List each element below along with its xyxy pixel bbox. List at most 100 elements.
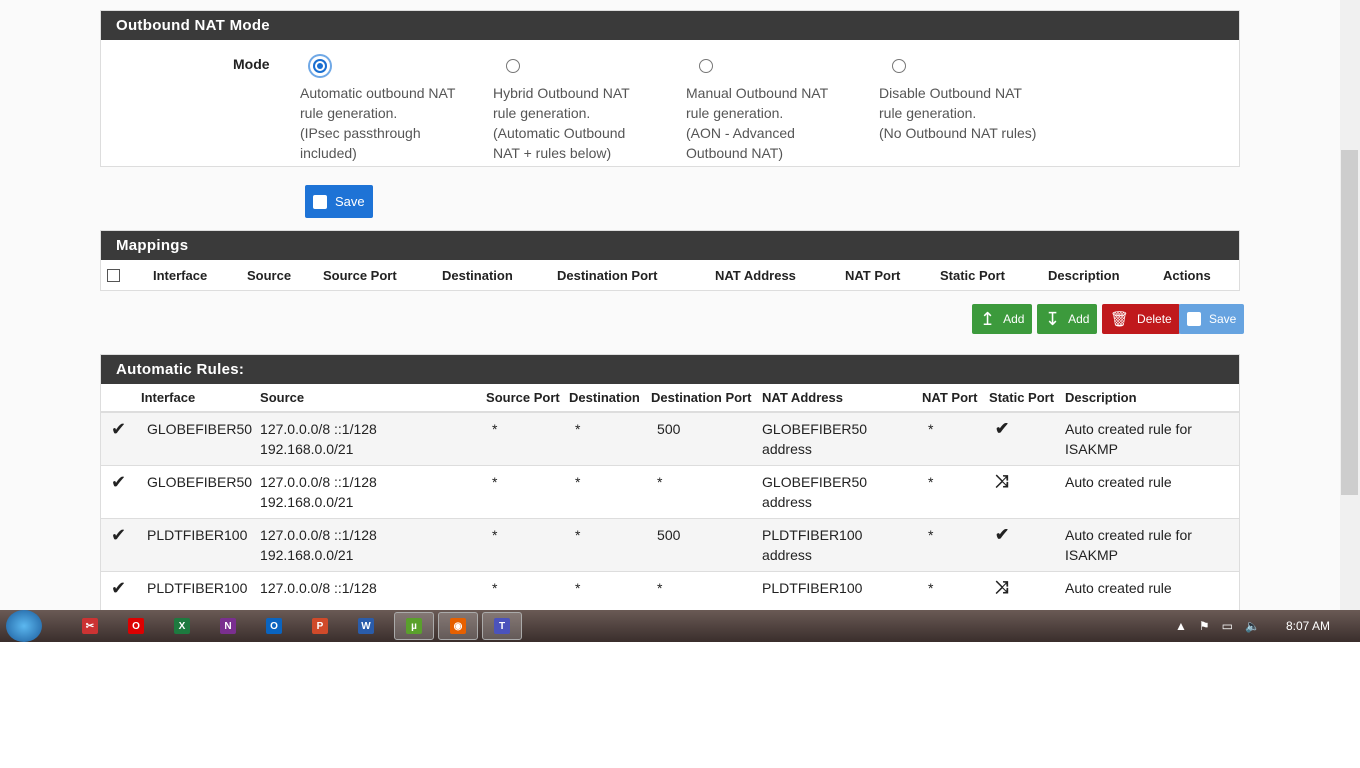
save-button[interactable]: Save — [305, 185, 373, 218]
option-label-line: Hybrid Outbound NAT — [493, 85, 630, 101]
select-all-checkbox[interactable] — [107, 269, 120, 282]
floppy-icon — [313, 194, 327, 209]
cell: * — [492, 580, 498, 596]
mode-option[interactable]: Automatic outbound NAT rule generation. (I… — [300, 56, 480, 163]
cell-line: PLDTFIBER100 — [762, 527, 863, 543]
taskbar-utorrent[interactable]: µ — [394, 612, 434, 640]
action-center-icon[interactable]: ⚑ — [1199, 619, 1210, 633]
option-label-line: rule generation. — [686, 105, 784, 121]
add-top-button[interactable]: ↥ Add — [972, 304, 1033, 334]
radio-button[interactable] — [313, 59, 327, 73]
cell-line: Auto created rule — [1065, 580, 1172, 596]
column-header: Source Port — [323, 268, 397, 283]
table-row: ✔ PLDTFIBER100 127.0.0.0/8 ::1/128192.168.… — [101, 518, 1239, 572]
cell: * — [657, 474, 663, 490]
excel-icon: X — [174, 618, 190, 634]
taskbar-powerpoint[interactable]: P — [302, 612, 338, 640]
cell-line: address — [762, 494, 812, 510]
cell-line: Auto created rule — [1065, 474, 1172, 490]
taskbar-onenote[interactable]: N — [210, 612, 246, 640]
taskbar-snipping-tool[interactable]: ✂ — [72, 612, 108, 640]
shuffle-icon: ⤨ — [995, 578, 1009, 597]
cell: * — [492, 527, 498, 543]
column-header: NAT Address — [758, 384, 919, 413]
delete-button[interactable]: 🗑 Delete — [1102, 304, 1180, 334]
trash-icon: 🗑 — [1110, 311, 1130, 328]
check-icon: ✔ — [995, 525, 1010, 544]
option-label-line: (No Outbound NAT rules) — [879, 125, 1037, 141]
check-icon: ✔ — [111, 419, 127, 439]
taskbar: ✂ O X N O P Wµ ◉ T ▲ ⚑ ▭ 🔈 8:07 AM — [0, 610, 1360, 642]
arrow-up-icon: ↥ — [980, 308, 996, 329]
network-icon[interactable]: ▭ — [1222, 619, 1233, 633]
column-header: Destination Port — [647, 384, 759, 413]
column-header: Description — [1061, 384, 1239, 413]
floppy-icon — [1187, 312, 1201, 326]
radio-button[interactable] — [892, 59, 906, 73]
cell-line: ISAKMP — [1065, 547, 1118, 563]
powerpoint-icon: P — [312, 618, 328, 634]
scrollbar[interactable] — [1340, 0, 1360, 610]
mode-option[interactable]: Disable Outbound NAT rule generation. (No … — [879, 56, 1059, 143]
scrollbar-thumb[interactable] — [1341, 150, 1358, 495]
cell-line: 127.0.0.0/8 ::1/128 — [260, 421, 377, 437]
cell-line: 192.168.0.0/21 — [260, 494, 354, 510]
column-header: Destination — [565, 384, 648, 413]
cell: * — [492, 474, 498, 490]
show-hidden-icons[interactable]: ▲ — [1175, 619, 1187, 633]
option-label-line: (Automatic Outbound — [493, 125, 626, 141]
mappings-panel: Mappings Interface Source Source Port Desti… — [100, 230, 1240, 291]
cell-line: address — [762, 547, 812, 563]
opera-icon: O — [128, 618, 144, 634]
taskbar-firefox[interactable]: ◉ — [438, 612, 478, 640]
column-header: NAT Port — [918, 384, 986, 413]
cell: 500 — [657, 421, 681, 437]
panel-title: Mappings — [101, 231, 1239, 260]
column-header: Static Port — [985, 384, 1062, 413]
cell-line: Auto created rule for — [1065, 421, 1192, 437]
mode-option[interactable]: Manual Outbound NAT rule generation. (AON … — [686, 56, 866, 163]
check-icon: ✔ — [111, 472, 127, 492]
cell: * — [575, 474, 581, 490]
save-mappings-button[interactable]: Save — [1179, 304, 1245, 334]
cell-line: 192.168.0.0/21 — [260, 547, 354, 563]
option-label-line: rule generation. — [300, 105, 398, 121]
column-header: Source Port — [482, 384, 566, 413]
word-icon: W — [358, 618, 374, 634]
firefox-icon: ◉ — [450, 618, 466, 634]
taskbar-excel[interactable]: X — [164, 612, 200, 640]
radio-button[interactable] — [699, 59, 713, 73]
option-label-line: Outbound NAT) — [686, 145, 784, 161]
cell-line: 127.0.0.0/8 ::1/128 — [260, 474, 377, 490]
check-icon: ✔ — [111, 525, 127, 545]
cell: * — [928, 527, 934, 543]
snipping-tool-icon: ✂ — [82, 618, 98, 634]
taskbar-outlook[interactable]: O — [256, 612, 292, 640]
table-row: ✔ GLOBEFIBER50 127.0.0.0/8 ::1/128192.168.… — [101, 465, 1239, 519]
add-bottom-button[interactable]: ↧ Add — [1037, 304, 1098, 334]
check-icon: ✔ — [111, 578, 127, 598]
cell: * — [492, 421, 498, 437]
cell-line: 127.0.0.0/8 ::1/128 — [260, 580, 377, 596]
cell-line: 127.0.0.0/8 ::1/128 — [260, 527, 377, 543]
cell-line: GLOBEFIBER50 — [762, 421, 868, 437]
cell: 500 — [657, 527, 681, 543]
outlook-icon: O — [266, 618, 282, 634]
taskbar-opera[interactable]: O — [118, 612, 154, 640]
column-header: Destination — [442, 268, 513, 283]
start-button[interactable] — [6, 610, 42, 642]
column-header: Destination Port — [557, 268, 658, 283]
column-header: Interface — [137, 384, 257, 413]
cell: * — [575, 580, 581, 596]
column-header: Actions — [1163, 268, 1211, 283]
taskbar-word[interactable]: W — [348, 612, 384, 640]
cell: GLOBEFIBER50 — [147, 474, 253, 490]
check-icon: ✔ — [995, 419, 1010, 438]
taskbar-teams[interactable]: T — [482, 612, 522, 640]
cell: GLOBEFIBER50 — [147, 421, 253, 437]
mode-option[interactable]: Hybrid Outbound NAT rule generation. (Auto… — [493, 56, 673, 163]
clock[interactable]: 8:07 AM — [1286, 619, 1330, 633]
cell-line: PLDTFIBER100 — [762, 580, 863, 596]
volume-icon[interactable]: 🔈 — [1245, 619, 1260, 633]
radio-button[interactable] — [506, 59, 520, 73]
